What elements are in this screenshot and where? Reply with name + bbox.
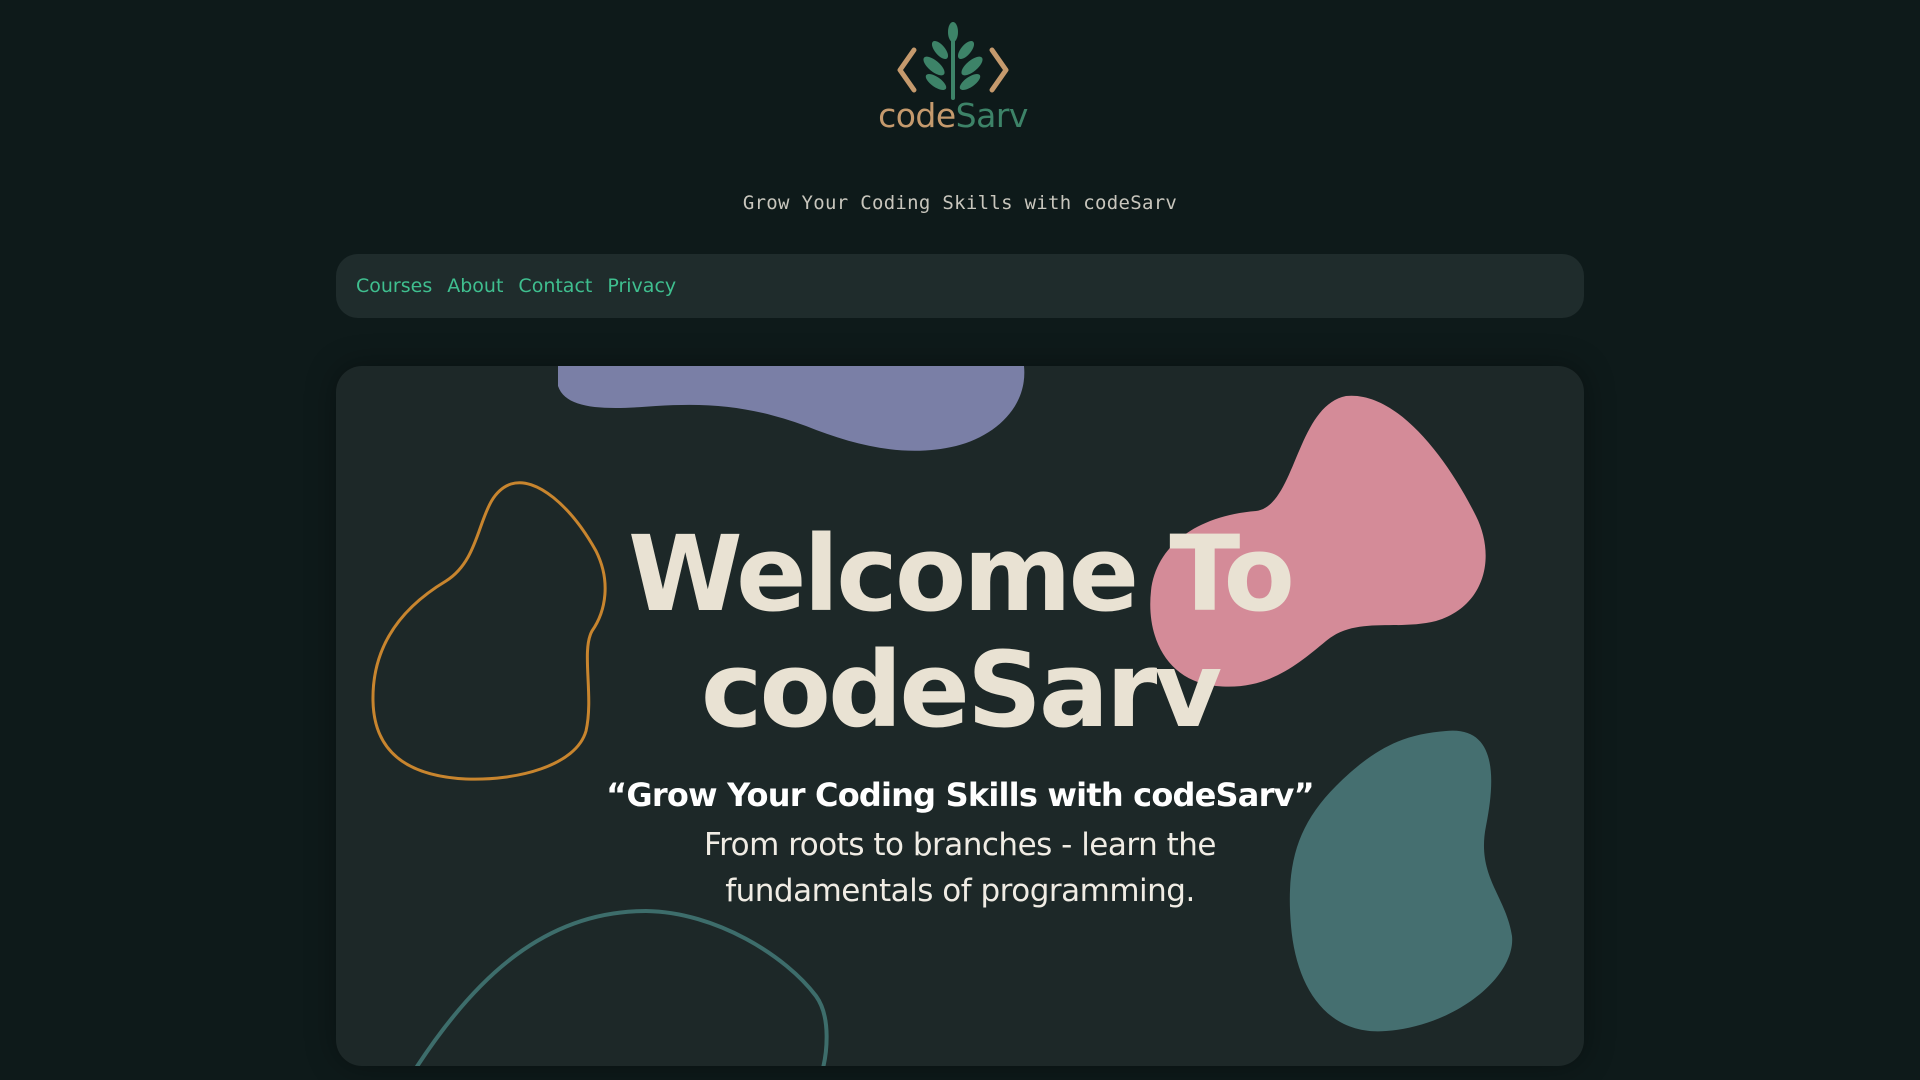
nav-item-about[interactable]: About xyxy=(447,275,503,297)
hero-title: Welcome To codeSarv xyxy=(336,516,1584,748)
hero-quote: “Grow Your Coding Skills with codeSarv” xyxy=(606,776,1315,814)
nav-item-privacy[interactable]: Privacy xyxy=(607,275,676,297)
brand-wordmark: codeSarv xyxy=(878,98,1028,134)
hero-title-line2: codeSarv xyxy=(700,629,1222,751)
brand-name-part2: Sarv xyxy=(955,96,1029,135)
brand-name-part1: code xyxy=(878,96,956,135)
brand-logo[interactable]: codeSarv xyxy=(870,22,1036,140)
main-nav: Courses About Contact Privacy xyxy=(336,254,1584,318)
teal-outline-arc xyxy=(414,908,829,1066)
hero-title-line1: Welcome To xyxy=(628,513,1295,635)
hero-subtitle: From roots to branches - learn the funda… xyxy=(704,827,1216,909)
tree-code-brackets-icon xyxy=(897,22,1009,100)
site-tagline: Grow Your Coding Skills with codeSarv xyxy=(742,192,1178,214)
nav-item-contact[interactable]: Contact xyxy=(518,275,592,297)
hero-card: Welcome To codeSarv “Grow Your Coding Sk… xyxy=(336,366,1584,1066)
nav-item-courses[interactable]: Courses xyxy=(356,275,432,297)
lavender-blob xyxy=(558,366,1025,451)
